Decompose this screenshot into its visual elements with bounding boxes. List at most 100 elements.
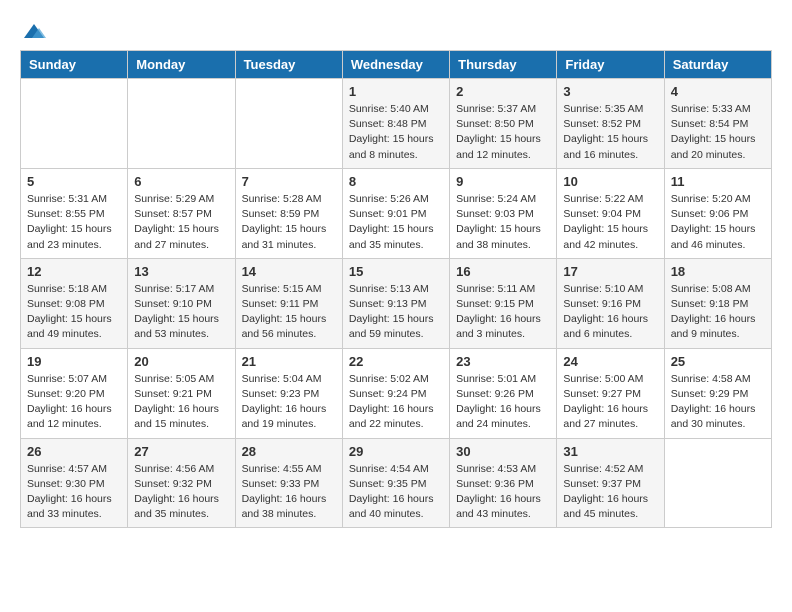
calendar-cell: 19 Sunrise: 5:07 AMSunset: 9:20 PMDayligh… — [21, 348, 128, 438]
day-number: 26 — [27, 444, 121, 459]
weekday-header-monday: Monday — [128, 51, 235, 79]
day-number: 20 — [134, 354, 228, 369]
calendar-cell: 1 Sunrise: 5:40 AMSunset: 8:48 PMDaylight… — [342, 79, 449, 169]
day-info: Sunrise: 5:11 AMSunset: 9:15 PMDaylight:… — [456, 282, 550, 343]
calendar-cell: 11Sunrise: 5:20 AMSunset: 9:06 PMDayligh… — [664, 168, 771, 258]
day-number: 24 — [563, 354, 657, 369]
calendar-cell: 26 Sunrise: 4:57 AMSunset: 9:30 PMDayligh… — [21, 438, 128, 528]
day-info: Sunrise: 5:17 AMSunset: 9:10 PMDaylight:… — [134, 282, 228, 343]
calendar-cell — [128, 79, 235, 169]
calendar-cell: 3 Sunrise: 5:35 AMSunset: 8:52 PMDaylight… — [557, 79, 664, 169]
calendar-cell: 15 Sunrise: 5:13 AMSunset: 9:13 PMDayligh… — [342, 258, 449, 348]
weekday-header-friday: Friday — [557, 51, 664, 79]
day-info: Sunrise: 5:35 AMSunset: 8:52 PMDaylight:… — [563, 102, 657, 163]
calendar-cell: 31 Sunrise: 4:52 AMSunset: 9:37 PMDayligh… — [557, 438, 664, 528]
day-info: Sunrise: 5:26 AMSunset: 9:01 PMDaylight:… — [349, 192, 443, 253]
day-info: Sunrise: 5:37 AMSunset: 8:50 PMDaylight:… — [456, 102, 550, 163]
weekday-header-saturday: Saturday — [664, 51, 771, 79]
calendar-cell: 28 Sunrise: 4:55 AMSunset: 9:33 PMDayligh… — [235, 438, 342, 528]
day-info: Sunrise: 5:29 AMSunset: 8:57 PMDaylight:… — [134, 192, 228, 253]
day-number: 29 — [349, 444, 443, 459]
calendar-cell: 25Sunrise: 4:58 AMSunset: 9:29 PMDayligh… — [664, 348, 771, 438]
day-number: 31 — [563, 444, 657, 459]
calendar-cell: 12Sunrise: 5:18 AMSunset: 9:08 PMDayligh… — [21, 258, 128, 348]
calendar-cell: 30 Sunrise: 4:53 AMSunset: 9:36 PMDayligh… — [450, 438, 557, 528]
day-info: Sunrise: 4:53 AMSunset: 9:36 PMDaylight:… — [456, 462, 550, 523]
day-number: 8 — [349, 174, 443, 189]
day-info: Sunrise: 5:08 AMSunset: 9:18 PMDaylight:… — [671, 282, 765, 343]
day-info: Sunrise: 5:01 AMSunset: 9:26 PMDaylight:… — [456, 372, 550, 433]
calendar-cell: 14 Sunrise: 5:15 AMSunset: 9:11 PMDayligh… — [235, 258, 342, 348]
day-info: Sunrise: 5:10 AMSunset: 9:16 PMDaylight:… — [563, 282, 657, 343]
day-number: 16 — [456, 264, 550, 279]
day-number: 30 — [456, 444, 550, 459]
day-info: Sunrise: 4:52 AMSunset: 9:37 PMDaylight:… — [563, 462, 657, 523]
weekday-header-wednesday: Wednesday — [342, 51, 449, 79]
day-number: 9 — [456, 174, 550, 189]
calendar-cell: 18Sunrise: 5:08 AMSunset: 9:18 PMDayligh… — [664, 258, 771, 348]
calendar-week-row: 1 Sunrise: 5:40 AMSunset: 8:48 PMDaylight… — [21, 79, 772, 169]
day-info: Sunrise: 4:55 AMSunset: 9:33 PMDaylight:… — [242, 462, 336, 523]
weekday-header-thursday: Thursday — [450, 51, 557, 79]
calendar-week-row: 5 Sunrise: 5:31 AMSunset: 8:55 PMDaylight… — [21, 168, 772, 258]
logo-icon — [22, 20, 46, 44]
calendar-cell — [664, 438, 771, 528]
day-number: 21 — [242, 354, 336, 369]
day-info: Sunrise: 5:04 AMSunset: 9:23 PMDaylight:… — [242, 372, 336, 433]
day-number: 13 — [134, 264, 228, 279]
day-info: Sunrise: 4:57 AMSunset: 9:30 PMDaylight:… — [27, 462, 121, 523]
day-number: 10 — [563, 174, 657, 189]
calendar-cell: 23 Sunrise: 5:01 AMSunset: 9:26 PMDayligh… — [450, 348, 557, 438]
day-number: 25 — [671, 354, 765, 369]
calendar-week-row: 19 Sunrise: 5:07 AMSunset: 9:20 PMDayligh… — [21, 348, 772, 438]
calendar-cell: 17Sunrise: 5:10 AMSunset: 9:16 PMDayligh… — [557, 258, 664, 348]
calendar-cell: 5 Sunrise: 5:31 AMSunset: 8:55 PMDaylight… — [21, 168, 128, 258]
day-number: 14 — [242, 264, 336, 279]
logo — [20, 20, 46, 40]
day-info: Sunrise: 5:05 AMSunset: 9:21 PMDaylight:… — [134, 372, 228, 433]
calendar-cell: 6 Sunrise: 5:29 AMSunset: 8:57 PMDaylight… — [128, 168, 235, 258]
day-number: 3 — [563, 84, 657, 99]
calendar-cell: 22 Sunrise: 5:02 AMSunset: 9:24 PMDayligh… — [342, 348, 449, 438]
day-number: 4 — [671, 84, 765, 99]
day-number: 15 — [349, 264, 443, 279]
day-info: Sunrise: 5:28 AMSunset: 8:59 PMDaylight:… — [242, 192, 336, 253]
calendar-cell: 20 Sunrise: 5:05 AMSunset: 9:21 PMDayligh… — [128, 348, 235, 438]
day-number: 7 — [242, 174, 336, 189]
calendar-cell: 13 Sunrise: 5:17 AMSunset: 9:10 PMDayligh… — [128, 258, 235, 348]
day-info: Sunrise: 5:15 AMSunset: 9:11 PMDaylight:… — [242, 282, 336, 343]
calendar-cell: 21 Sunrise: 5:04 AMSunset: 9:23 PMDayligh… — [235, 348, 342, 438]
day-info: Sunrise: 5:13 AMSunset: 9:13 PMDaylight:… — [349, 282, 443, 343]
calendar-table: SundayMondayTuesdayWednesdayThursdayFrid… — [20, 50, 772, 528]
calendar-cell: 7 Sunrise: 5:28 AMSunset: 8:59 PMDaylight… — [235, 168, 342, 258]
day-info: Sunrise: 5:22 AMSunset: 9:04 PMDaylight:… — [563, 192, 657, 253]
day-number: 5 — [27, 174, 121, 189]
page-header — [20, 20, 772, 40]
calendar-cell: 2 Sunrise: 5:37 AMSunset: 8:50 PMDaylight… — [450, 79, 557, 169]
day-number: 22 — [349, 354, 443, 369]
day-info: Sunrise: 5:40 AMSunset: 8:48 PMDaylight:… — [349, 102, 443, 163]
weekday-header-row: SundayMondayTuesdayWednesdayThursdayFrid… — [21, 51, 772, 79]
day-info: Sunrise: 4:54 AMSunset: 9:35 PMDaylight:… — [349, 462, 443, 523]
day-info: Sunrise: 5:33 AMSunset: 8:54 PMDaylight:… — [671, 102, 765, 163]
calendar-cell — [235, 79, 342, 169]
weekday-header-sunday: Sunday — [21, 51, 128, 79]
day-info: Sunrise: 5:31 AMSunset: 8:55 PMDaylight:… — [27, 192, 121, 253]
day-info: Sunrise: 5:02 AMSunset: 9:24 PMDaylight:… — [349, 372, 443, 433]
calendar-cell: 16 Sunrise: 5:11 AMSunset: 9:15 PMDayligh… — [450, 258, 557, 348]
day-number: 19 — [27, 354, 121, 369]
day-number: 12 — [27, 264, 121, 279]
day-number: 28 — [242, 444, 336, 459]
day-number: 2 — [456, 84, 550, 99]
day-number: 23 — [456, 354, 550, 369]
calendar-cell: 10 Sunrise: 5:22 AMSunset: 9:04 PMDayligh… — [557, 168, 664, 258]
calendar-cell: 9Sunrise: 5:24 AMSunset: 9:03 PMDaylight… — [450, 168, 557, 258]
calendar-cell: 29 Sunrise: 4:54 AMSunset: 9:35 PMDayligh… — [342, 438, 449, 528]
calendar-cell: 8 Sunrise: 5:26 AMSunset: 9:01 PMDaylight… — [342, 168, 449, 258]
day-number: 6 — [134, 174, 228, 189]
calendar-week-row: 26 Sunrise: 4:57 AMSunset: 9:30 PMDayligh… — [21, 438, 772, 528]
day-number: 1 — [349, 84, 443, 99]
day-info: Sunrise: 4:56 AMSunset: 9:32 PMDaylight:… — [134, 462, 228, 523]
day-info: Sunrise: 5:07 AMSunset: 9:20 PMDaylight:… — [27, 372, 121, 433]
calendar-cell: 24Sunrise: 5:00 AMSunset: 9:27 PMDayligh… — [557, 348, 664, 438]
